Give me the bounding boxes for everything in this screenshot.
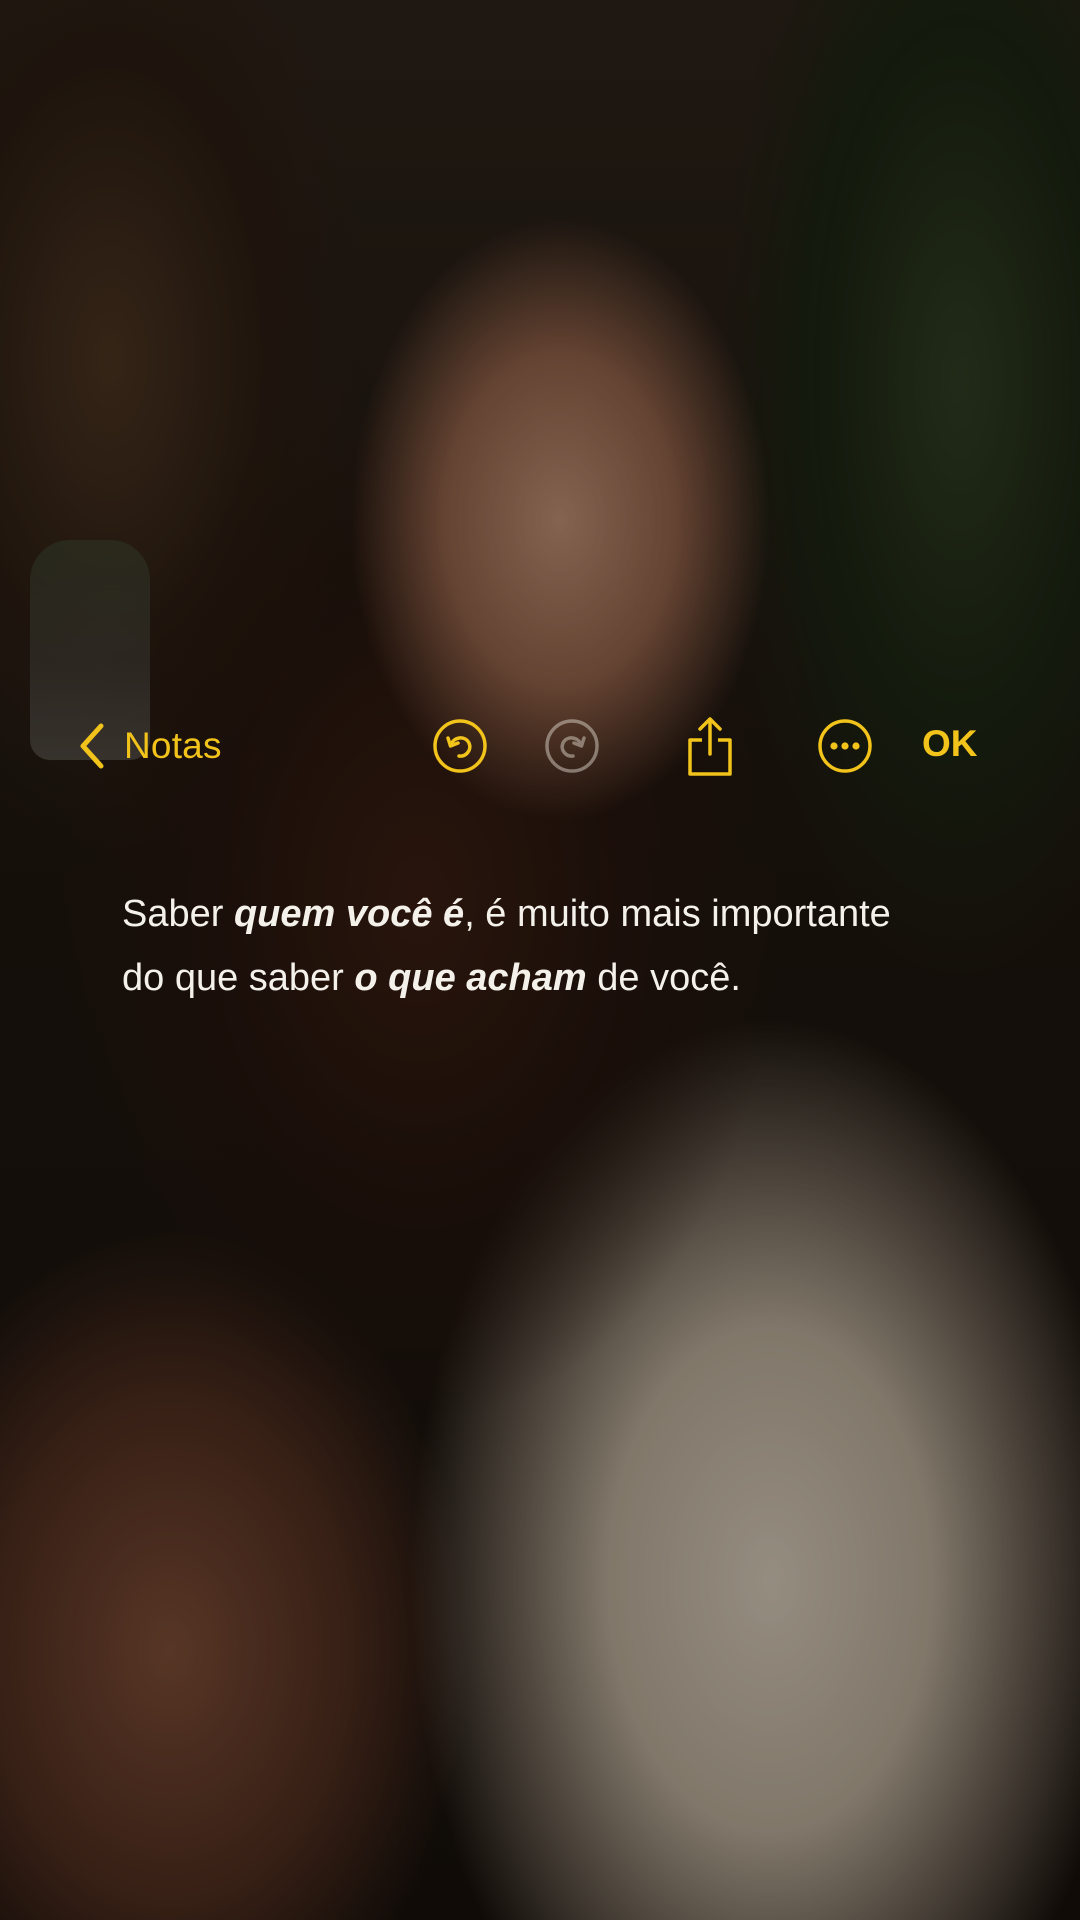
done-button[interactable]: OK — [922, 723, 978, 765]
undo-icon — [432, 718, 488, 774]
share-icon — [682, 714, 738, 778]
share-button[interactable] — [682, 714, 738, 776]
note-emphasis-o-que-acham: o que acham — [354, 957, 587, 999]
more-icon — [817, 718, 873, 774]
back-to-notas-button[interactable]: Notas — [78, 721, 222, 771]
more-options-button[interactable] — [817, 718, 873, 774]
note-emphasis-quem-voce-e: quem você é — [233, 893, 465, 935]
notes-screen: Notas OK Saber quem você é, é muito mais… — [0, 0, 1080, 1920]
undo-button[interactable] — [432, 718, 488, 774]
note-text-segment: Saber — [122, 893, 234, 935]
notes-toolbar: Notas OK — [0, 705, 1080, 785]
redo-icon — [544, 718, 600, 774]
back-button-label: Notas — [124, 725, 222, 766]
redo-button[interactable] — [544, 718, 600, 774]
chevron-left-icon — [78, 722, 106, 770]
note-text[interactable]: Saber quem você é, é muito mais importan… — [122, 882, 942, 1010]
note-text-segment: de você. — [586, 957, 741, 999]
